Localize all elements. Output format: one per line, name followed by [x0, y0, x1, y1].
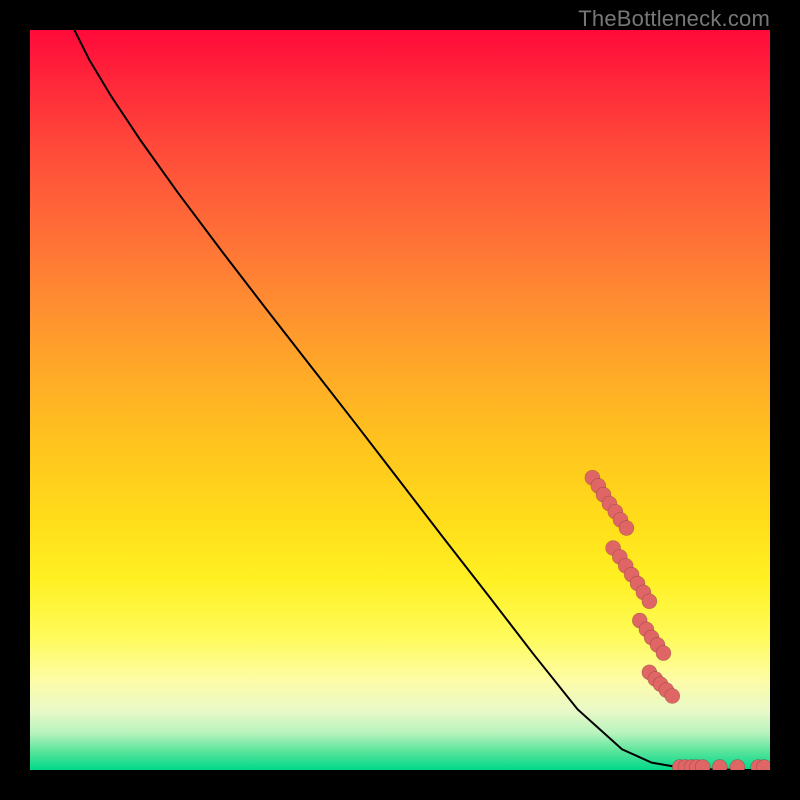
data-points-group: [585, 470, 770, 770]
data-point: [656, 646, 671, 661]
watermark-text: TheBottleneck.com: [578, 6, 770, 32]
data-point: [730, 760, 745, 770]
data-point: [642, 594, 657, 609]
data-point: [712, 760, 727, 770]
plot-area: [30, 30, 770, 770]
chart-frame: TheBottleneck.com: [0, 0, 800, 800]
data-point: [665, 689, 680, 704]
data-point: [619, 521, 634, 536]
chart-svg: [30, 30, 770, 770]
